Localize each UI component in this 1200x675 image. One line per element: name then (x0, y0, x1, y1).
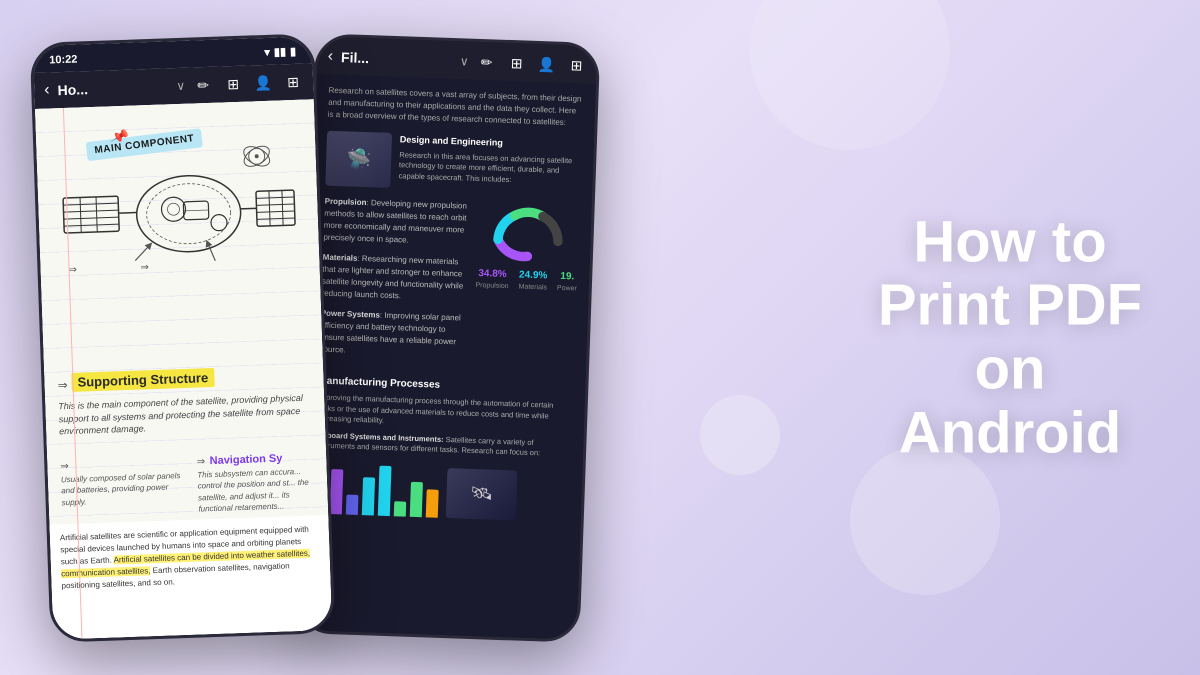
propulsion-text: Propulsion: Developing new propulsion me… (323, 195, 470, 248)
pencil-icon-left[interactable]: ✏ (193, 74, 214, 95)
chart-section: Propulsion: Developing new propulsion me… (319, 195, 580, 372)
bottom-satellite-img: 🛰 (446, 467, 518, 519)
materials-text: Materials: Researching new materials tha… (321, 251, 468, 304)
nav-system-title: Navigation Sy (209, 452, 282, 467)
nav-icons-left: ✏ ⊞ 👤 ⊞ (193, 71, 304, 95)
left-phone-screen: 10:22 ▾ ▮▮ ▮ ‹ Ho... ∨ ✏ ⊞ 👤 ⊞ (33, 36, 333, 639)
svg-text:⇒: ⇒ (140, 262, 149, 273)
nav-chevron-left[interactable]: ∨ (176, 78, 185, 92)
design-text-block: Design and Engineering Research in this … (398, 133, 582, 187)
pin-icon: 📌 (109, 126, 130, 146)
nav-title-left: Ho... (57, 78, 168, 98)
signal-icon: ▮▮ (274, 45, 287, 58)
phones-container: 10:22 ▾ ▮▮ ▮ ‹ Ho... ∨ ✏ ⊞ 👤 ⊞ (40, 38, 590, 638)
legend-propulsion: 34.8% Propulsion (475, 265, 509, 292)
nav-chevron-right[interactable]: ∨ (460, 54, 469, 68)
back-button-right[interactable]: ‹ (327, 47, 333, 65)
supporting-section: ⇒ Supporting Structure This is the main … (49, 364, 320, 444)
time-display: 10:22 (49, 53, 78, 66)
user-icon-right[interactable]: 👤 (536, 53, 557, 74)
nav-system-section: ⇒ Usually composed of solar panels and b… (52, 447, 323, 519)
wifi-icon: ▾ (264, 45, 270, 58)
right-phone-screen: ‹ Fil... ∨ ✏ ⊞ 👤 ⊞ Research on satellite… (298, 36, 598, 639)
battery-icon: ▮ (290, 44, 297, 57)
grid-icon-right[interactable]: ⊞ (506, 52, 527, 73)
bar-item (346, 494, 359, 514)
nav-left-text: Usually composed of solar panels and bat… (61, 470, 183, 508)
user-icon-left[interactable]: 👤 (253, 72, 274, 93)
design-body: Research in this area focuses on advanci… (398, 149, 581, 187)
main-heading: How to Print PDF on Android (870, 210, 1150, 465)
phone-right: ‹ Fil... ∨ ✏ ⊞ 👤 ⊞ Research on satellite… (295, 33, 601, 643)
back-button-left[interactable]: ‹ (44, 81, 50, 99)
bottom-paragraph: Artificial satellites are scientific or … (60, 523, 321, 592)
right-content: Research on satellites covers a vast arr… (298, 74, 596, 639)
heading-line1: How to (870, 210, 1150, 274)
manufacturing-section: Manufacturing Processes Improving the ma… (314, 373, 574, 521)
phone-left: 10:22 ▾ ▮▮ ▮ ‹ Ho... ∨ ✏ ⊞ 👤 ⊞ (30, 33, 336, 643)
legend-materials: 24.9% Materials (518, 267, 547, 293)
power-text: Power Systems: Improving solar panel eff… (319, 307, 466, 360)
bar-item (330, 468, 344, 513)
menu-icon-right[interactable]: ⊞ (566, 54, 587, 75)
design-title: Design and Engineering (400, 133, 582, 153)
design-section: Design and Engineering Research in this … (325, 130, 582, 194)
bg-circle-1 (750, 0, 950, 150)
bar-item (394, 500, 407, 515)
bottom-text-section: Artificial satellites are scientific or … (49, 515, 332, 640)
bg-circle-2 (850, 445, 1000, 595)
menu-icon-left[interactable]: ⊞ (283, 71, 304, 92)
donut-chart (489, 201, 566, 269)
bar-chart (314, 462, 440, 516)
satellite-thumbnail (325, 130, 392, 187)
chart-legend: 34.8% Propulsion 24.9% Materials 19. Pow… (475, 265, 577, 294)
bar-item (362, 476, 375, 514)
left-content-area: 📌 MAIN COMPONENT (35, 99, 332, 639)
nav-title-right: Fil... (341, 49, 452, 69)
svg-text:⇒: ⇒ (68, 264, 77, 275)
heading-area: How to Print PDF on Android (870, 210, 1150, 465)
supporting-title: Supporting Structure (71, 368, 214, 392)
manufacturing-body: Improving the manufacturing process thro… (317, 392, 573, 432)
grid-icon-left[interactable]: ⊞ (223, 73, 244, 94)
bar-item (410, 481, 423, 516)
bar-item (426, 488, 439, 516)
bar-item (378, 465, 392, 515)
onboard-text: Onboard Systems and Instruments: Satelli… (316, 429, 572, 459)
pencil-icon-right[interactable]: ✏ (476, 51, 497, 72)
right-intro: Research on satellites covers a vast arr… (328, 84, 584, 129)
heading-line3: on Android (870, 338, 1150, 466)
bg-circle-3 (700, 395, 780, 475)
supporting-text: This is the main component of the satell… (58, 391, 312, 438)
heading-line2: Print PDF (870, 274, 1150, 338)
nav-system-body: This subsystem can accura... control the… (197, 465, 319, 514)
legend-power: 19. Power (557, 268, 578, 294)
nav-icons-right: ✏ ⊞ 👤 ⊞ (476, 51, 587, 75)
notebook-content: 📌 MAIN COMPONENT (35, 99, 332, 639)
